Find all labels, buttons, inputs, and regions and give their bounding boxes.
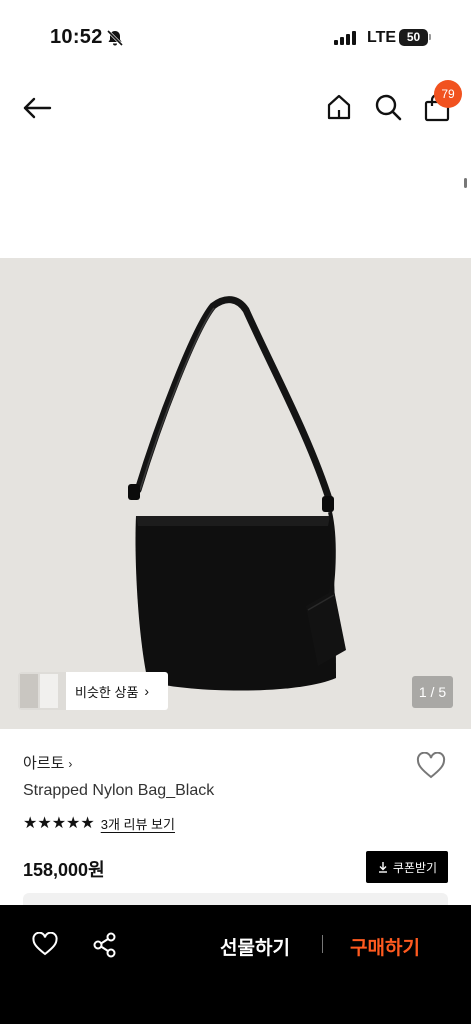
heart-outline-icon[interactable] bbox=[32, 932, 58, 956]
status-bar: 10:52 LTE 50 bbox=[0, 0, 471, 76]
gift-button[interactable]: 선물하기 bbox=[220, 933, 290, 960]
product-image bbox=[128, 296, 346, 691]
share-icon[interactable] bbox=[92, 932, 118, 958]
bell-off-icon bbox=[106, 29, 124, 47]
brand-name: 아르토 bbox=[23, 755, 65, 772]
product-name: Strapped Nylon Bag_Black bbox=[23, 782, 215, 799]
bottom-action-bar: 선물하기 구매하기 bbox=[0, 905, 471, 1024]
cart-count-badge: 79 bbox=[434, 80, 462, 108]
rating-stars: ★★★★★ bbox=[23, 815, 95, 832]
rating-row: ★★★★★ 3개 리뷰 보기 bbox=[23, 813, 175, 833]
network-label: LTE bbox=[367, 29, 397, 46]
top-nav: 79 bbox=[0, 80, 471, 136]
battery-level: 50 bbox=[399, 29, 428, 46]
download-icon bbox=[378, 862, 387, 873]
brand-link[interactable]: 아르토 › bbox=[23, 752, 72, 773]
home-icon[interactable] bbox=[325, 93, 353, 121]
divider bbox=[322, 935, 323, 953]
similar-products-button[interactable]: 비슷한 상품 › bbox=[18, 672, 168, 710]
image-counter: 1 / 5 bbox=[412, 676, 453, 708]
signal-icon bbox=[334, 31, 356, 45]
review-link[interactable]: 3개 리뷰 보기 bbox=[101, 814, 175, 833]
scroll-indicator bbox=[464, 178, 467, 188]
search-icon[interactable] bbox=[374, 93, 402, 121]
product-image-carousel[interactable]: 비슷한 상품 › 1 / 5 bbox=[0, 258, 471, 729]
buy-button[interactable]: 구매하기 bbox=[350, 933, 420, 960]
similar-products-label: 비슷한 상품 bbox=[75, 684, 139, 700]
wishlist-heart-icon[interactable] bbox=[416, 752, 446, 780]
status-time: 10:52 bbox=[50, 26, 103, 48]
battery-icon: 50 bbox=[399, 29, 431, 46]
chevron-right-icon: › bbox=[144, 683, 150, 699]
chevron-right-icon: › bbox=[68, 757, 73, 771]
coupon-label: 쿠폰받기 bbox=[392, 860, 438, 875]
similar-products-thumbnail bbox=[18, 672, 66, 710]
coupon-button[interactable]: 쿠폰받기 bbox=[366, 851, 448, 883]
back-arrow-icon[interactable] bbox=[22, 94, 52, 122]
product-price: 158,000원 bbox=[23, 860, 105, 880]
